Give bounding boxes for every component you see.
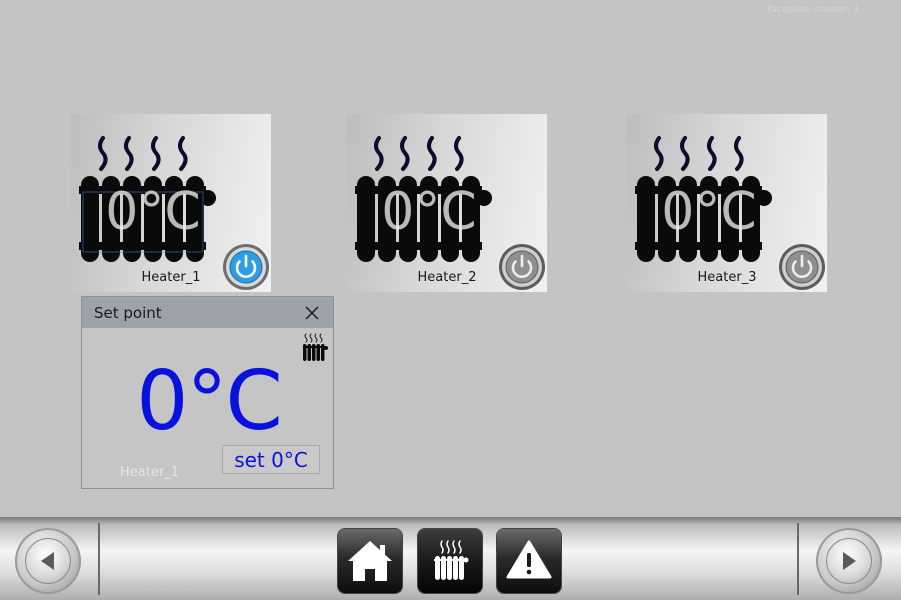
heater-screen-button[interactable] [418, 529, 482, 593]
heater-temperature: 0°C [381, 182, 477, 242]
power-button-heater-1[interactable] [221, 242, 271, 292]
heater-card-1[interactable]: 0°C Heater_1 [71, 114, 271, 292]
home-button[interactable] [338, 529, 402, 593]
set-value-button[interactable]: set 0°C [222, 445, 320, 474]
warning-icon [506, 540, 552, 579]
heater-temperature: 0°C [661, 182, 757, 242]
forward-icon [843, 552, 856, 570]
faceplate-title: Set point [94, 304, 162, 322]
setpoint-value: 0°C [136, 354, 282, 449]
divider [98, 523, 100, 595]
power-button-heater-3[interactable] [777, 242, 827, 292]
power-button-heater-2[interactable] [497, 242, 547, 292]
power-off-icon [499, 244, 545, 290]
close-button[interactable] [302, 303, 322, 323]
bottom-navigation-bar: Screen number: 2 [0, 517, 901, 600]
heater-temperature: 0°C [105, 182, 201, 242]
heater-icon [434, 540, 469, 580]
alarm-button[interactable] [497, 529, 561, 593]
setpoint-faceplate: Set point 0°C Heater_1 set 0°C [81, 296, 334, 489]
screen-number: Screen number: 2 [138, 584, 219, 594]
faceplate-header[interactable]: Set point [82, 297, 333, 328]
back-icon [41, 552, 54, 570]
close-icon [305, 306, 319, 320]
heater-card-2[interactable]: 0°C Heater_2 [347, 114, 547, 292]
power-on-icon [223, 244, 269, 290]
heater-card-3[interactable]: 0°C Heater_3 [627, 114, 827, 292]
power-off-icon [779, 244, 825, 290]
faceplate-counter: Faceplate counter: 1 [767, 5, 860, 15]
divider [797, 523, 799, 595]
forward-button[interactable] [816, 528, 882, 594]
faceplate-heater-name: Heater_1 [120, 465, 179, 480]
back-button[interactable] [15, 528, 81, 594]
home-icon [348, 541, 392, 581]
